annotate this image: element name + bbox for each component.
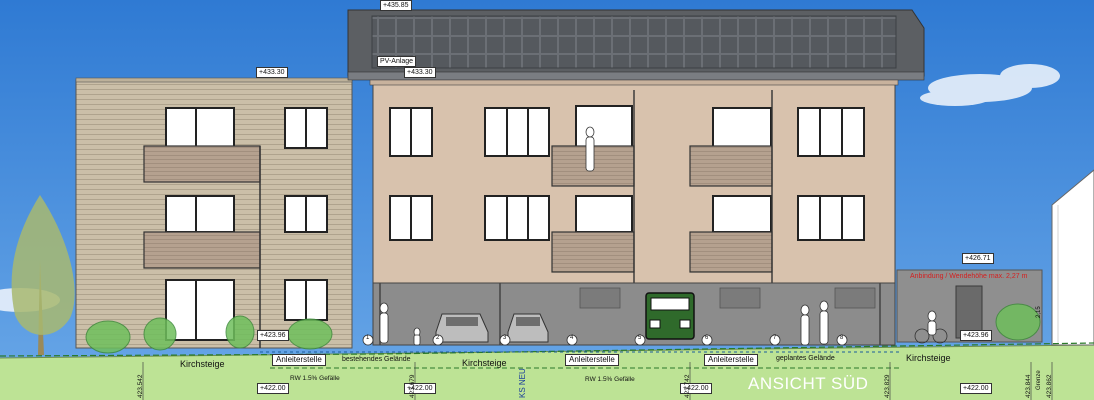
- vlevel-4: 423.829: [884, 374, 891, 399]
- vlevel-3: 423.742: [684, 374, 691, 399]
- level-base-1: +422.00: [257, 383, 289, 394]
- car-jeep: [645, 292, 695, 340]
- terrain-existing: bestehendes Gelände: [342, 356, 411, 363]
- parking-number: 5: [638, 335, 642, 341]
- parking-number: 4: [570, 335, 574, 341]
- level-left-eave: +433.30: [256, 67, 288, 78]
- terrain-planned: geplantes Gelände: [776, 355, 835, 362]
- street-left: Kirchsteige: [180, 359, 225, 369]
- street-right: Kirchsteige: [906, 353, 951, 363]
- balcony-main-3: [551, 231, 635, 273]
- balcony-main-2: [689, 145, 773, 187]
- balcony-left-2: [143, 231, 261, 269]
- parking-number: 7: [773, 335, 777, 341]
- pv-array: [371, 15, 897, 69]
- vlevel-6: 423.862: [1046, 374, 1053, 399]
- anleiterstelle-2: Anleiterstelle: [565, 354, 619, 366]
- vlevel-5: 423.844: [1025, 374, 1032, 399]
- parking-number: 6: [705, 335, 709, 341]
- parking-number: 8: [840, 335, 844, 341]
- red-note: Anbindung / Wendehöhe max. 2,27 m: [910, 273, 1028, 280]
- street-center: Kirchsteige: [462, 358, 507, 368]
- car-1: [435, 313, 489, 343]
- grenze-label: Grenze: [1036, 370, 1042, 390]
- elevation-drawing: [0, 0, 1094, 400]
- level-ground-right: +423.96: [960, 330, 992, 341]
- parking-number: 3: [503, 335, 507, 341]
- ks-neu: KS NEU: [518, 368, 527, 398]
- view-title: ANSICHT SÜD: [748, 374, 869, 393]
- level-main-eave: +433.30: [404, 67, 436, 78]
- rw-2: RW 1.5% Gefälle: [585, 376, 635, 383]
- parking-number: 1: [366, 335, 370, 341]
- anleiterstelle-1: Anleiterstelle: [272, 354, 326, 366]
- car-2: [507, 313, 549, 343]
- parking-number: 2: [436, 335, 440, 341]
- small-dim: 2,15: [1036, 306, 1042, 318]
- rw-1: RW 1.5% Gefälle: [290, 375, 340, 382]
- balcony-left-1: [143, 145, 261, 183]
- balcony-main-4: [689, 231, 773, 273]
- anleiterstelle-3: Anleiterstelle: [704, 354, 758, 366]
- level-base-4: +422.00: [960, 383, 992, 394]
- pv-label: PV-Anlage: [377, 56, 417, 67]
- level-right-wall: +426.71: [962, 253, 994, 264]
- vlevel-1: 423.542: [137, 374, 144, 399]
- vlevel-2: 423.679: [409, 374, 416, 399]
- level-ridge: +435.85: [380, 0, 412, 11]
- level-ground-left: +423.96: [257, 330, 289, 341]
